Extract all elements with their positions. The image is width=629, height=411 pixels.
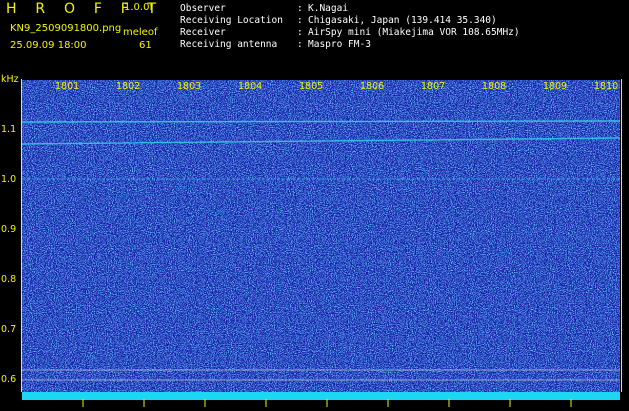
time-tick-label: 1803 (177, 81, 202, 92)
info-key-observer: Observer (180, 3, 226, 14)
filename-label: KN9_2509091800.png (10, 23, 122, 34)
spectrogram-plot (22, 80, 620, 392)
y-tick-label: 0.7 (1, 324, 17, 335)
meleo-label: meleof (123, 27, 158, 38)
spectrogram-canvas (22, 80, 620, 392)
datetime-label: 25.09.09 18:00 (10, 40, 87, 51)
time-tick-label: 1808 (482, 81, 507, 92)
info-value-antenna: Maspro FM-3 (308, 39, 371, 50)
info-value-location: Chigasaki, Japan (139.414 35.340) (308, 15, 497, 26)
header: H R O F F T 1.0.0f KN9_2509091800.png me… (0, 0, 629, 78)
info-value-observer: K.Nagai (308, 3, 349, 14)
info-colon: : (297, 39, 303, 50)
meleo-value: 61 (139, 40, 152, 51)
carrier-line (22, 120, 620, 123)
time-tick-label: 1804 (238, 81, 263, 92)
y-tick-label: 0.8 (1, 274, 17, 285)
bottom-band (22, 392, 620, 407)
info-key-receiver: Receiver (180, 27, 226, 38)
info-key-location: Receiving Location (180, 15, 283, 26)
time-tick-label: 1809 (543, 81, 568, 92)
version-label: 1.0.0f (124, 2, 153, 13)
time-tick-label: 1810 (594, 81, 619, 92)
info-colon: : (297, 15, 303, 26)
time-tick-label: 1802 (116, 81, 141, 92)
time-tick-label: 1801 (55, 81, 80, 92)
y-axis-unit: kHz (1, 74, 19, 85)
info-key-antenna: Receiving antenna (180, 39, 278, 50)
y-tick-label: 0.9 (1, 224, 17, 235)
time-tick-label: 1805 (299, 81, 324, 92)
time-tick-label: 1806 (360, 81, 385, 92)
info-colon: : (297, 27, 303, 38)
y-tick-label: 1.0 (1, 174, 17, 185)
info-colon: : (297, 3, 303, 14)
y-tick-label: 0.6 (1, 374, 17, 385)
y-tick-label: 1.1 (1, 124, 17, 135)
time-tick-label: 1807 (421, 81, 446, 92)
bottom-band-ticks (82, 399, 572, 407)
info-value-receiver: AirSpy mini (Miakejima VOR 108.65MHz) (308, 27, 520, 38)
spectrogram-noise-bright (22, 80, 620, 392)
